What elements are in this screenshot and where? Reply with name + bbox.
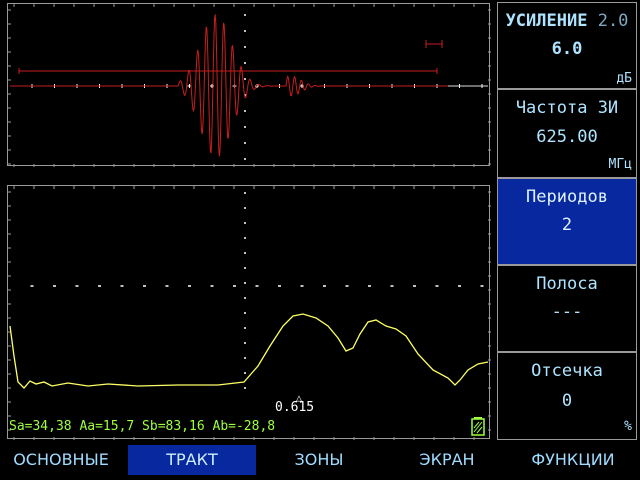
panel-periods[interactable]: Периодов 2 [497, 178, 637, 265]
signal-trace [10, 14, 448, 157]
panel-periods-value: 2 [561, 215, 573, 235]
menu-basic[interactable]: ОСНОВНЫЕ [0, 445, 122, 475]
panel-frequency-unit: МГц [608, 157, 632, 172]
signal-plot [7, 3, 491, 167]
cursor-value: 0.615 [275, 400, 315, 415]
panel-bandwidth[interactable]: Полоса --- [497, 265, 637, 352]
envelope-trace [9, 313, 489, 389]
menu-functions[interactable]: ФУНКЦИИ [512, 445, 634, 475]
menu-tract[interactable]: ТРАКТ [128, 445, 256, 475]
panel-cutoff[interactable]: Отсечка 0 % [497, 352, 637, 440]
panel-gain-value: 6.0 [551, 39, 583, 59]
signal-waveform [8, 4, 491, 167]
panel-gain-unit: дБ [616, 71, 632, 86]
spectrum-plot [7, 185, 491, 440]
battery-icon [471, 417, 485, 436]
panel-cutoff-title: Отсечка [531, 361, 603, 381]
panel-frequency[interactable]: Частота ЗИ 625.00 МГц [497, 89, 637, 178]
menu-screen[interactable]: ЭКРАН [388, 445, 506, 475]
panel-frequency-title: Частота ЗИ [515, 98, 619, 118]
panel-bandwidth-title: Полоса [536, 274, 598, 294]
panel-cutoff-unit: % [624, 419, 632, 434]
panel-gain-suffix: 2.0 [597, 11, 629, 31]
menu-zones[interactable]: ЗОНЫ [260, 445, 378, 475]
panel-bandwidth-value: --- [551, 302, 583, 322]
panel-gain[interactable]: УСИЛЕНИЕ 2.0 6.0 дБ [497, 2, 637, 89]
spectrum-envelope [8, 186, 491, 440]
panel-frequency-value: 625.00 [536, 127, 598, 147]
measurement-status: Sa=34,38 Aa=15,7 Sb=83,16 Ab=-28,8 [9, 419, 276, 434]
panel-gain-title: УСИЛЕНИЕ [505, 11, 588, 31]
panel-periods-title: Периодов [526, 187, 608, 207]
panel-cutoff-value: 0 [561, 391, 573, 411]
